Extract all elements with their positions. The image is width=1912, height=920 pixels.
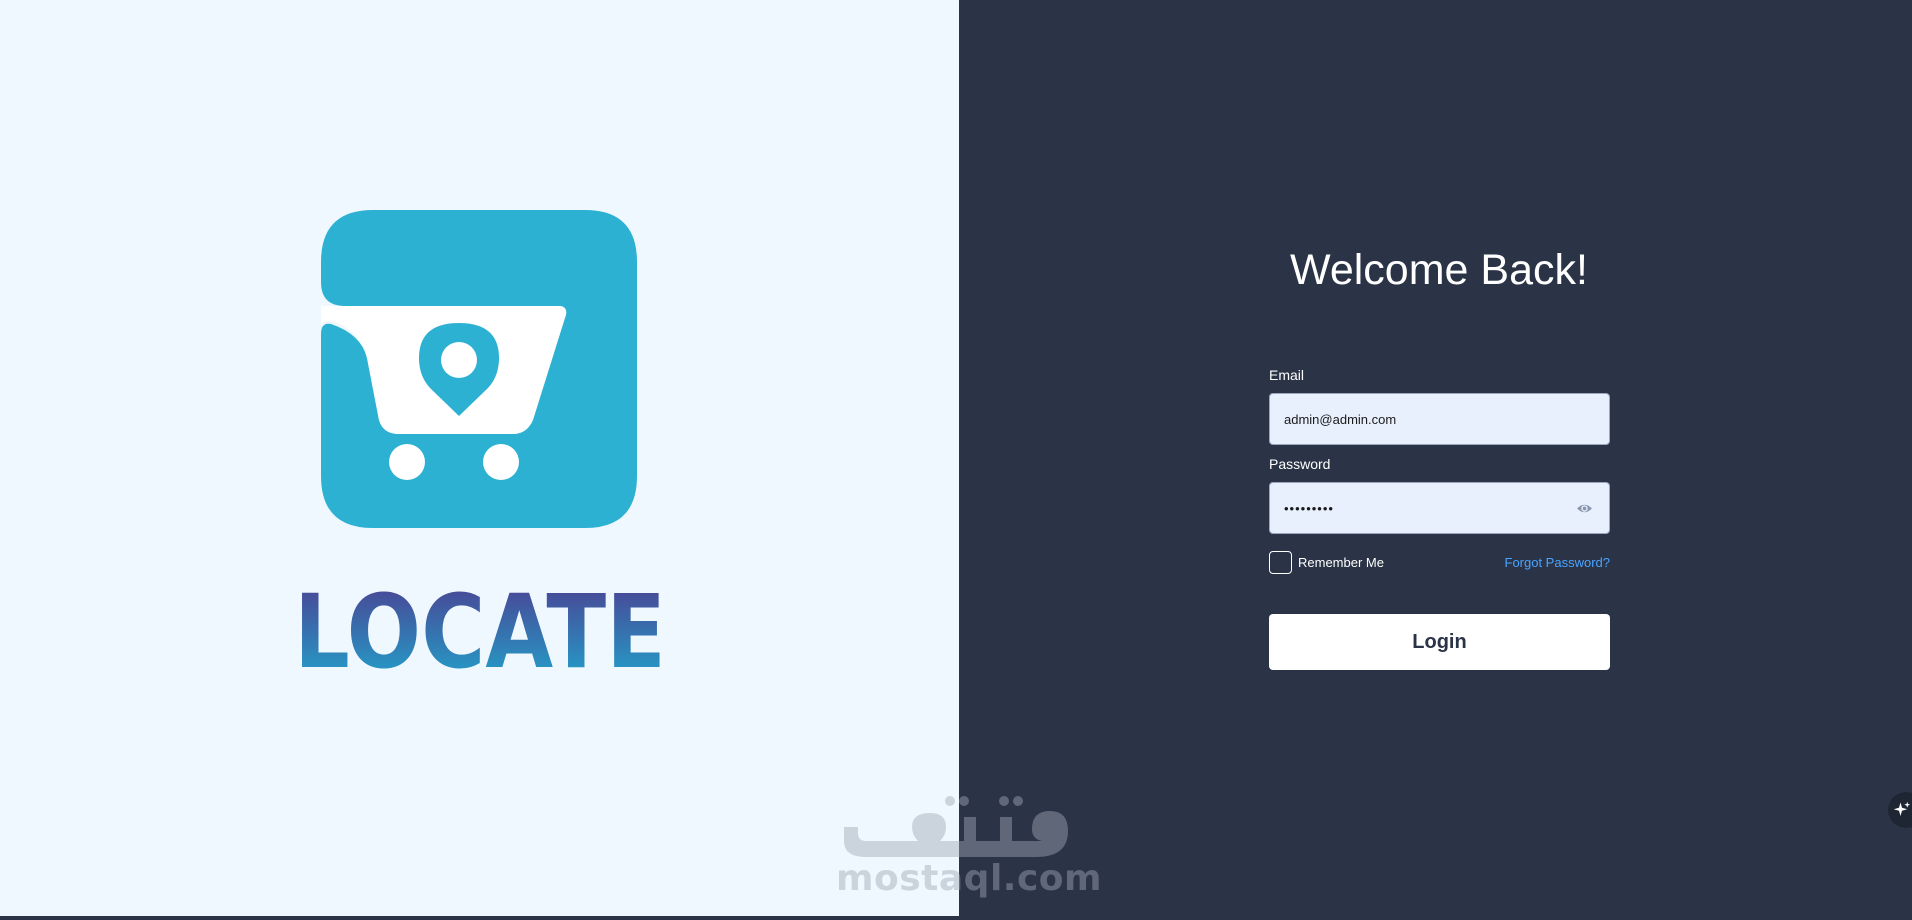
remember-me-checkbox[interactable] xyxy=(1269,550,1292,574)
forgot-password-link[interactable]: Forgot Password? xyxy=(1505,555,1611,570)
eye-icon[interactable] xyxy=(1576,500,1593,517)
remember-me: Remember Me xyxy=(1269,550,1384,574)
email-value: admin@admin.com xyxy=(1284,411,1397,427)
login-panel xyxy=(959,0,1912,920)
email-field[interactable]: admin@admin.com xyxy=(1269,393,1610,445)
brand-wordmark: LOCATE xyxy=(291,577,669,673)
remember-me-label: Remember Me xyxy=(1298,554,1384,570)
login-button[interactable]: Login xyxy=(1269,614,1610,670)
bottom-bar xyxy=(0,916,1912,920)
wordmark-text: LOCATE xyxy=(294,577,666,673)
sparkle-icon xyxy=(1893,801,1911,816)
email-label: Email xyxy=(1269,367,1305,383)
brand-panel: LOCATE xyxy=(0,0,959,920)
welcome-title: Welcome Back! xyxy=(1290,246,1588,294)
password-value: ••••••••• xyxy=(1284,500,1334,516)
remember-row: Remember Me Forgot Password? xyxy=(1269,550,1610,574)
password-field[interactable]: ••••••••• xyxy=(1269,482,1610,534)
password-label: Password xyxy=(1269,456,1331,472)
login-page: LOCATE Welcome Back! Email admin@admin.c… xyxy=(0,0,1912,920)
cart-location-pin-icon xyxy=(321,210,637,528)
